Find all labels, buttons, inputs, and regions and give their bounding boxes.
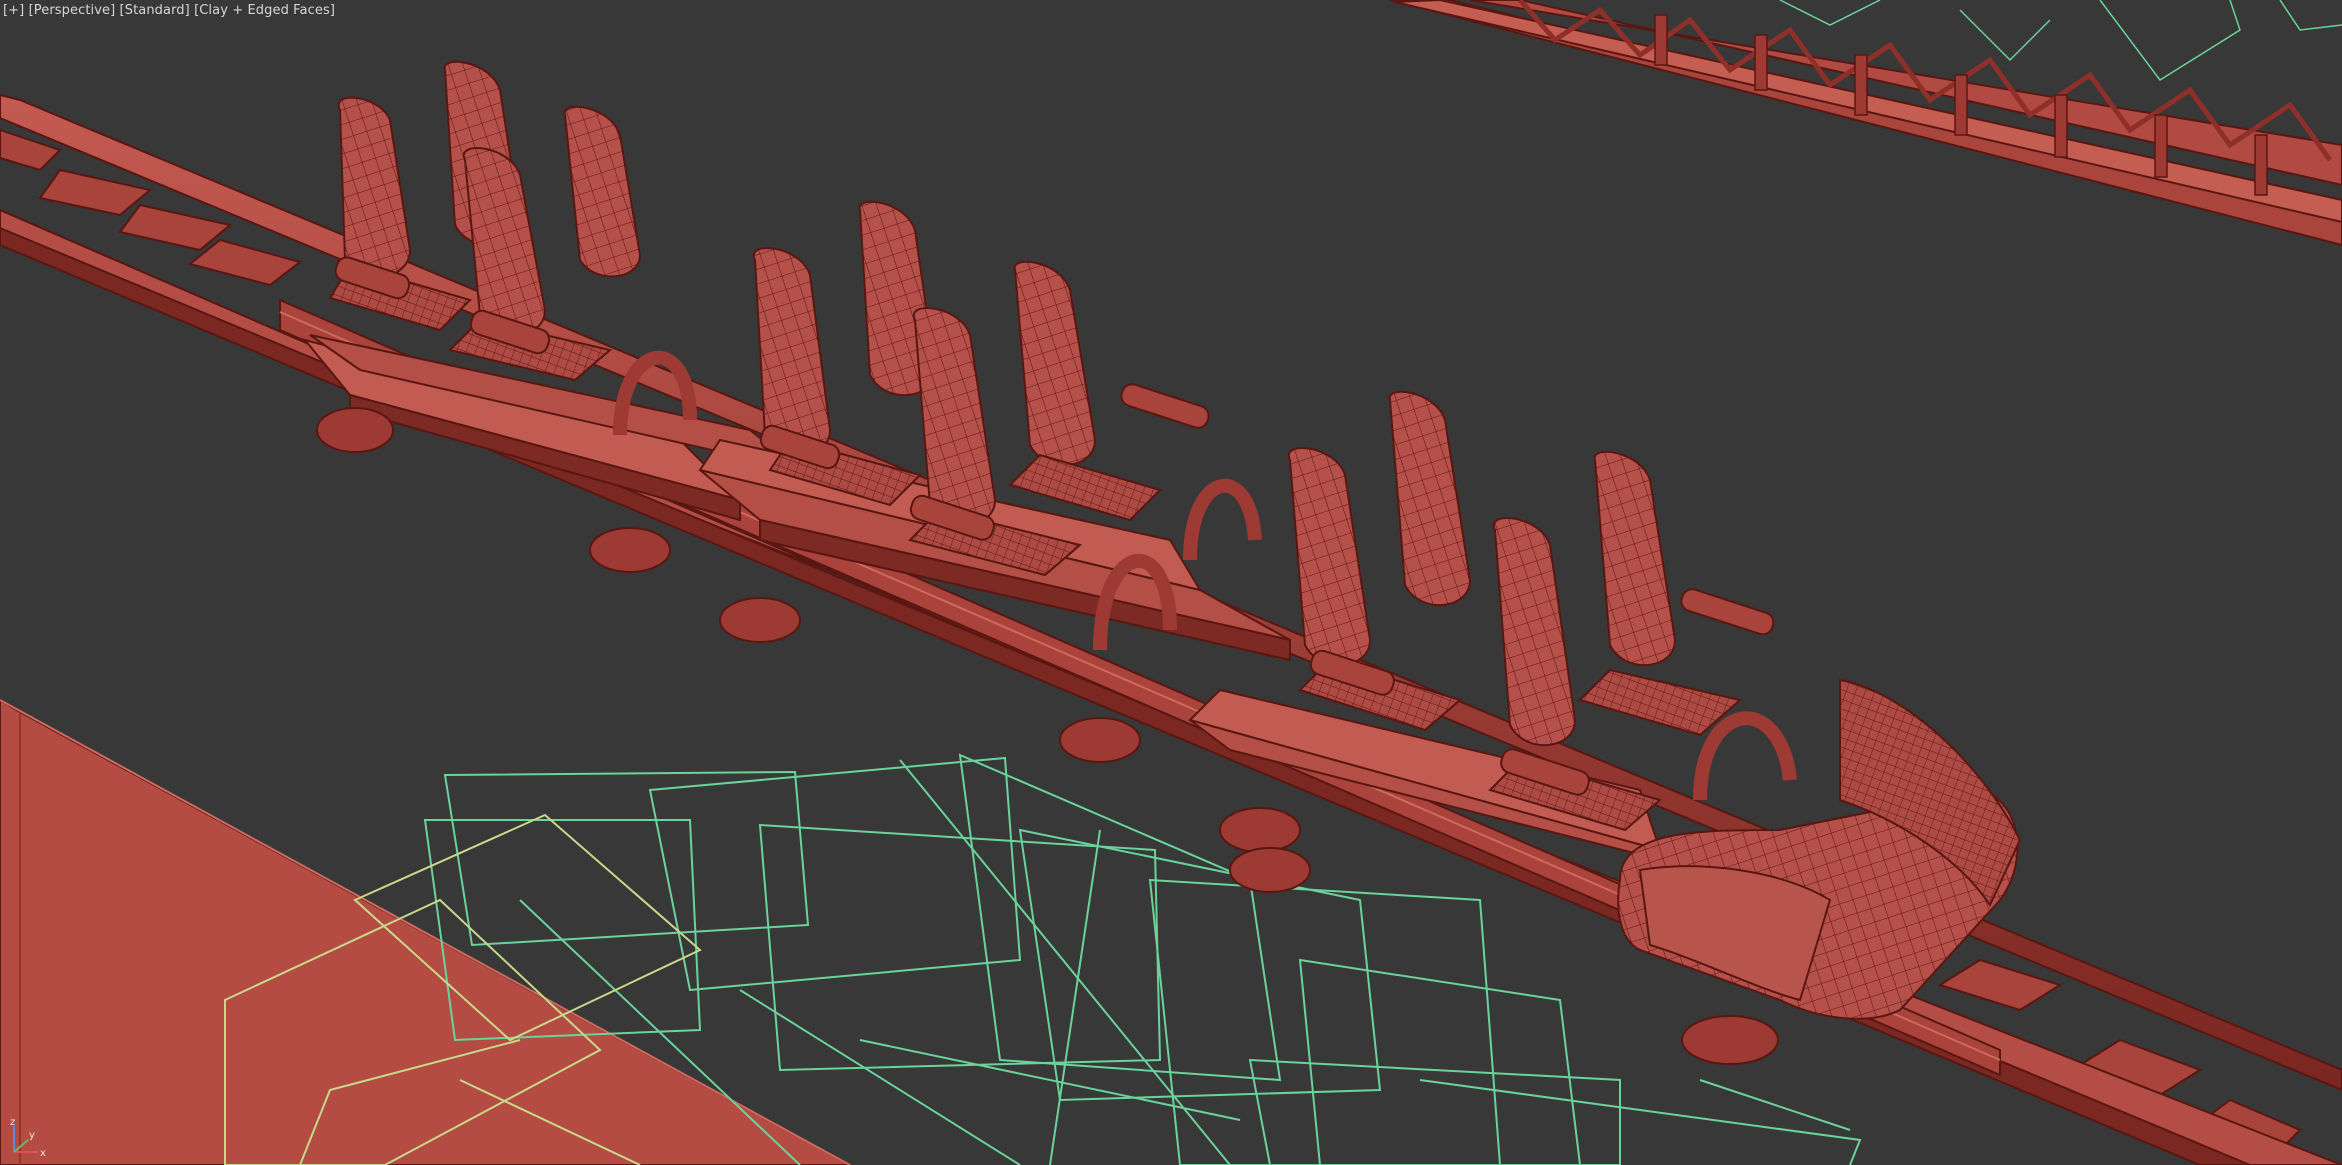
gizmo-y-label: y xyxy=(29,1130,35,1141)
scene-render[interactable]: x y z xyxy=(0,0,2342,1165)
viewport-display-style-menu[interactable]: [Clay + Edged Faces] xyxy=(194,3,335,18)
viewport-plus-menu[interactable]: [+] xyxy=(3,3,24,18)
gizmo-z-label: z xyxy=(10,1117,15,1128)
train-car-2 xyxy=(698,200,1301,853)
perspective-viewport[interactable]: x y z [+] [Perspective] [Standard] [Clay… xyxy=(0,0,2342,1165)
viewport-point-of-view-menu[interactable]: [Perspective] xyxy=(29,3,116,18)
truss-track-upper xyxy=(1389,0,2342,247)
viewport-label-menu[interactable]: [+] [Perspective] [Standard] [Clay + Edg… xyxy=(3,3,335,18)
viewport-shading-menu[interactable]: [Standard] xyxy=(120,3,190,18)
train-car-1 xyxy=(302,60,801,643)
gizmo-x-label: x xyxy=(40,1148,46,1159)
